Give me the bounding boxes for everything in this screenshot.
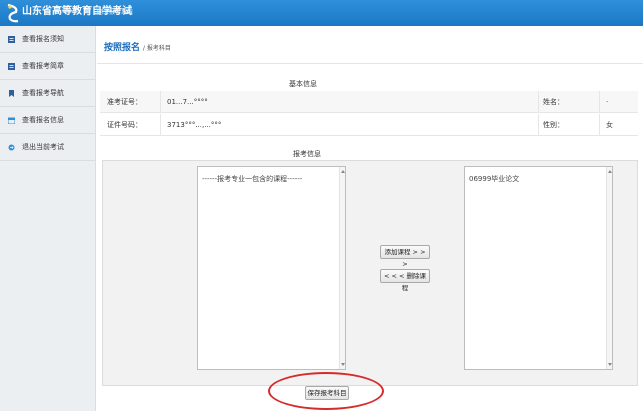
app-subtitle: 网上报名系统 <box>97 9 134 16</box>
divider <box>599 114 600 136</box>
selected-courses-list[interactable]: 06999毕业论文 <box>464 166 613 370</box>
name-label: 姓名： <box>543 98 564 106</box>
gender-label: 性别： <box>543 121 564 129</box>
sidebar-item-label: 查看报考导航 <box>22 89 64 97</box>
sidebar-item-registration-info[interactable]: 查看报名信息 <box>0 107 96 134</box>
highlight-annotation <box>268 372 384 410</box>
divider <box>538 91 539 113</box>
sidebar: 查看报名须知 查看报考简章 查看报考导航 查看报名信息 退出当前考试 <box>0 26 96 411</box>
scroll-down-icon[interactable] <box>608 363 612 366</box>
sidebar-item-notice[interactable]: 查看报名须知 <box>0 26 96 53</box>
add-course-button[interactable]: 添加课程 > > > <box>380 245 430 268</box>
divider <box>538 114 539 136</box>
sidebar-item-label: 退出当前考试 <box>22 143 64 151</box>
breadcrumb: 按照报名 / 报考科目 <box>104 42 171 55</box>
scrollbar[interactable] <box>606 167 612 369</box>
divider <box>97 63 643 64</box>
bookmark-icon <box>8 89 15 97</box>
list-icon <box>8 62 15 70</box>
divider <box>160 114 161 136</box>
scrollbar[interactable] <box>339 167 345 369</box>
info-row-admission: 准考证号： 01...7...°°°° 姓名： · <box>100 91 638 113</box>
admission-number-value: 01...7...°°°° <box>167 98 208 106</box>
breadcrumb-main[interactable]: 按照报名 <box>104 43 140 53</box>
sidebar-item-brochure[interactable]: 查看报考简章 <box>0 53 96 80</box>
sidebar-item-exit-exam[interactable]: 退出当前考试 <box>0 134 96 161</box>
calendar-icon <box>7 117 16 124</box>
id-number-label: 证件号码： <box>107 121 142 129</box>
exam-info-title: 报考信息 <box>293 150 321 158</box>
scroll-up-icon[interactable] <box>608 170 612 173</box>
breadcrumb-current: / 报考科目 <box>142 45 171 52</box>
divider <box>160 91 161 113</box>
sidebar-item-navigation[interactable]: 查看报考导航 <box>0 80 96 107</box>
basic-info-title: 基本信息 <box>289 80 317 88</box>
list-icon <box>8 35 15 43</box>
available-courses-header: ------报考专业一包含的课程------ <box>202 175 303 183</box>
admission-number-label: 准考证号： <box>107 98 142 106</box>
gender-value: 女 <box>606 121 613 129</box>
divider <box>599 91 600 113</box>
available-courses-list[interactable]: ------报考专业一包含的课程------ <box>197 166 346 370</box>
course-selection-panel: ------报考专业一包含的课程------ 添加课程 > > > < < < … <box>102 160 638 386</box>
scroll-down-icon[interactable] <box>341 363 345 366</box>
selected-course-item[interactable]: 06999毕业论文 <box>469 174 519 184</box>
remove-course-button[interactable]: < < < 删除课程 <box>380 269 430 292</box>
id-number-value: 3713°°°...‚...°°° <box>167 121 222 129</box>
scroll-up-icon[interactable] <box>341 170 345 173</box>
sidebar-item-label: 查看报考简章 <box>22 62 64 70</box>
info-row-id: 证件号码： 3713°°°...‚...°°° 性别： 女 <box>100 114 638 136</box>
logo-icon <box>7 3 19 23</box>
exit-icon <box>8 144 15 151</box>
sidebar-item-label: 查看报名信息 <box>22 116 64 124</box>
sidebar-item-label: 查看报名须知 <box>22 35 64 43</box>
header-bar: 山东省高等教育自学考试 网上报名系统 <box>0 0 643 26</box>
name-value: · <box>606 98 609 106</box>
